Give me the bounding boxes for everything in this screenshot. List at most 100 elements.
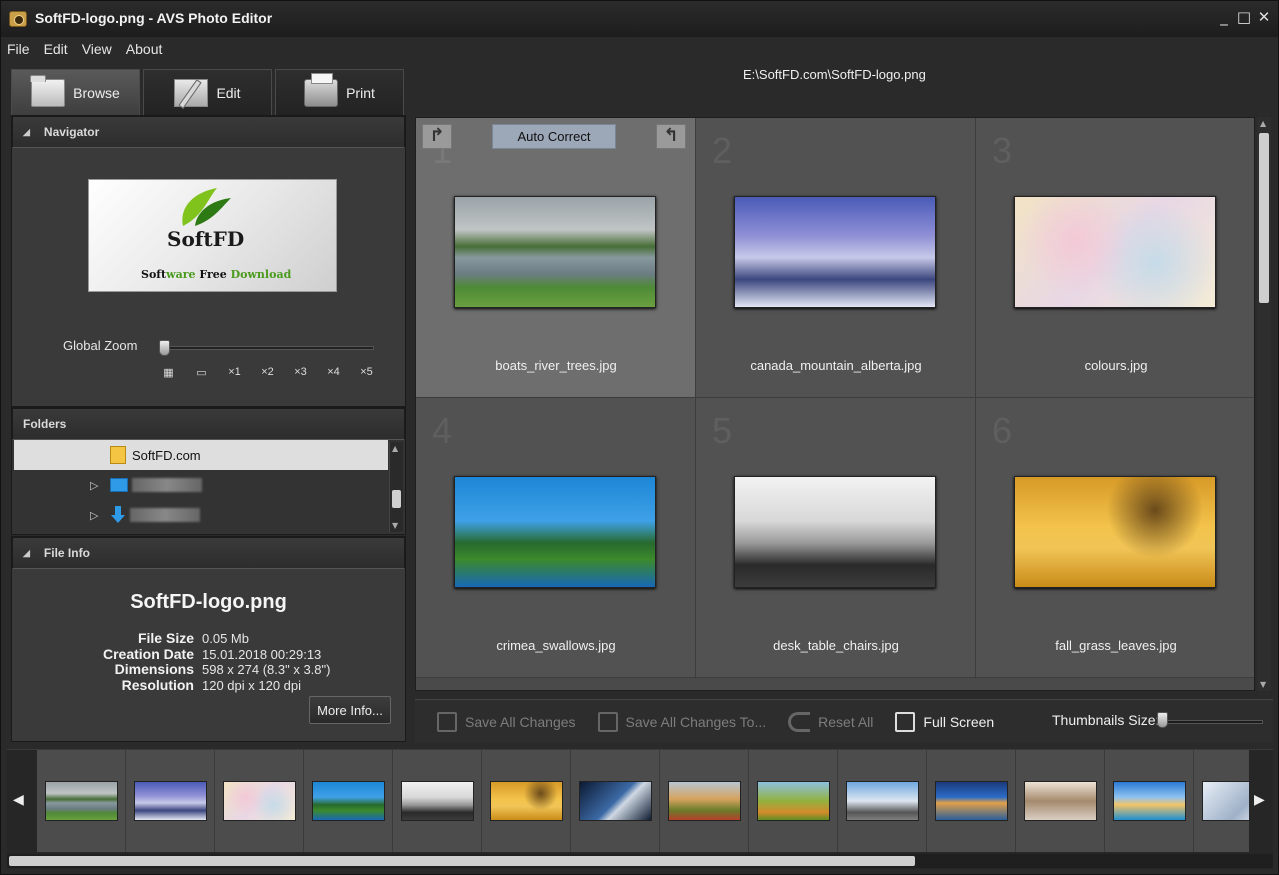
scroll-down-icon[interactable]: ▼ — [1260, 680, 1266, 689]
film-thumbnail[interactable] — [578, 781, 652, 821]
film-item[interactable] — [1105, 750, 1194, 852]
scroll-up-icon[interactable]: ▲ — [392, 444, 398, 453]
thumbnail-image[interactable] — [1014, 476, 1216, 588]
thumbnails-size-track[interactable] — [1163, 720, 1263, 724]
film-item[interactable] — [927, 750, 1016, 852]
thumbnail-image[interactable] — [454, 476, 656, 588]
film-thumbnail[interactable] — [133, 781, 207, 821]
zoom-x1[interactable]: ×1 — [218, 366, 251, 379]
maximize-button[interactable]: □ — [1236, 9, 1252, 25]
film-item[interactable] — [571, 750, 660, 852]
folders-header[interactable]: Folders — [12, 408, 405, 440]
zoom-frame-icon[interactable]: ▭ — [185, 366, 218, 379]
thumbnail-cell[interactable]: 2 canada_mountain_alberta.jpg — [696, 118, 976, 398]
film-thumbnail[interactable] — [400, 781, 474, 821]
menu-edit[interactable]: Edit — [44, 41, 68, 57]
full-screen-button[interactable]: Full Screen — [895, 711, 994, 732]
film-thumbnail[interactable] — [222, 781, 296, 821]
film-thumbnail[interactable] — [44, 781, 118, 821]
film-thumbnail[interactable] — [1112, 781, 1186, 821]
save-all-changes-to-button[interactable]: Save All Changes To... — [597, 711, 766, 732]
folder-scrollbar[interactable]: ▲ ▼ — [389, 442, 403, 532]
thumbnail-cell[interactable]: 4 crimea_swallows.jpg — [416, 398, 696, 678]
save-all-changes-button[interactable]: Save All Changes — [437, 711, 576, 732]
menu-view[interactable]: View — [82, 41, 112, 57]
reset-all-button[interactable]: Reset All — [788, 711, 873, 732]
filmstrip: ◀ ▶ — [7, 749, 1273, 869]
thumb-number: 2 — [712, 130, 733, 171]
scroll-thumb[interactable] — [9, 856, 915, 866]
thumbnail-cell[interactable]: 1 ↱ Auto Correct ↰ boats_river_trees.jpg — [416, 118, 696, 398]
thumbnails-size-slider[interactable] — [1157, 712, 1168, 728]
scroll-thumb[interactable] — [392, 490, 401, 508]
thumbnail-caption: boats_river_trees.jpg — [495, 358, 617, 373]
menu-about[interactable]: About — [126, 41, 163, 57]
tab-print[interactable]: Print — [275, 69, 404, 115]
film-item[interactable] — [660, 750, 749, 852]
menu-file[interactable]: File — [7, 41, 30, 57]
thumbnail-image[interactable] — [734, 476, 936, 588]
navigator-header[interactable]: ◢ Navigator — [12, 116, 405, 148]
global-zoom-slider[interactable] — [159, 340, 170, 356]
more-info-button[interactable]: More Info... — [309, 696, 391, 724]
film-item[interactable] — [1194, 750, 1249, 852]
film-item[interactable] — [1016, 750, 1105, 852]
edit-icon — [174, 78, 209, 107]
film-thumbnail[interactable] — [756, 781, 830, 821]
folder-item-softfd[interactable]: SoftFD.com — [14, 440, 388, 470]
folder-item-desktop[interactable]: ▷ — [14, 470, 388, 500]
zoom-x4[interactable]: ×4 — [317, 366, 350, 379]
film-thumbnail[interactable] — [489, 781, 563, 821]
close-button[interactable]: ✕ — [1256, 9, 1272, 25]
film-item[interactable] — [749, 750, 838, 852]
folder-item-downloads[interactable]: ▷ — [14, 500, 388, 530]
zoom-x5[interactable]: ×5 — [350, 366, 383, 379]
filmstrip-prev-icon[interactable]: ◀ — [13, 792, 24, 808]
tab-edit[interactable]: Edit — [143, 69, 272, 115]
blurred-label — [130, 508, 200, 522]
thumbnail-cell[interactable]: 5 desk_table_chairs.jpg — [696, 398, 976, 678]
film-thumbnail[interactable] — [934, 781, 1008, 821]
global-zoom-track[interactable] — [164, 346, 374, 350]
film-item[interactable] — [393, 750, 482, 852]
zoom-x2[interactable]: ×2 — [251, 366, 284, 379]
film-item[interactable] — [215, 750, 304, 852]
expand-arrow-icon[interactable]: ▷ — [90, 479, 100, 492]
thumbnail-image[interactable] — [734, 196, 936, 308]
film-thumbnail[interactable] — [311, 781, 385, 821]
thumbnail-image[interactable] — [454, 196, 656, 308]
navigator-panel: ◢ Navigator SoftFD Software Free Downloa… — [11, 115, 406, 407]
film-thumbnail[interactable] — [1023, 781, 1097, 821]
rotate-right-icon[interactable]: ↱ — [422, 124, 452, 149]
filmstrip-scrollbar[interactable] — [7, 854, 1273, 868]
grid-scrollbar[interactable]: ▲ ▼ — [1257, 117, 1271, 691]
film-item[interactable] — [838, 750, 927, 852]
film-item[interactable] — [482, 750, 571, 852]
save-as-icon — [597, 711, 618, 732]
film-thumbnail[interactable] — [1201, 781, 1249, 821]
thumbnail-image[interactable] — [1014, 196, 1216, 308]
zoom-fit-icon[interactable]: ▦ — [152, 366, 185, 379]
film-item[interactable] — [126, 750, 215, 852]
auto-correct-button[interactable]: Auto Correct — [492, 124, 616, 149]
film-thumbnail[interactable] — [845, 781, 919, 821]
scroll-up-icon[interactable]: ▲ — [1260, 119, 1266, 128]
file-info-header[interactable]: ◢ File Info — [12, 537, 405, 569]
film-thumbnail[interactable] — [667, 781, 741, 821]
filmstrip-next-icon[interactable]: ▶ — [1254, 792, 1265, 808]
thumbnail-cell[interactable]: 3 colours.jpg — [976, 118, 1254, 398]
prop-key: Dimensions — [114, 661, 194, 677]
folder-label: SoftFD.com — [132, 447, 201, 463]
prop-key: File Size — [137, 630, 194, 646]
scroll-thumb[interactable] — [1259, 133, 1269, 303]
expand-arrow-icon[interactable]: ▷ — [90, 509, 100, 522]
tab-browse[interactable]: Browse — [11, 69, 140, 115]
navigator-preview[interactable]: SoftFD Software Free Download — [88, 179, 337, 292]
thumbnail-cell[interactable]: 6 fall_grass_leaves.jpg — [976, 398, 1254, 678]
zoom-x3[interactable]: ×3 — [284, 366, 317, 379]
minimize-button[interactable]: _ — [1216, 9, 1232, 25]
film-item[interactable] — [304, 750, 393, 852]
film-item[interactable] — [37, 750, 126, 852]
rotate-left-icon[interactable]: ↰ — [656, 124, 686, 149]
scroll-down-icon[interactable]: ▼ — [392, 521, 398, 530]
